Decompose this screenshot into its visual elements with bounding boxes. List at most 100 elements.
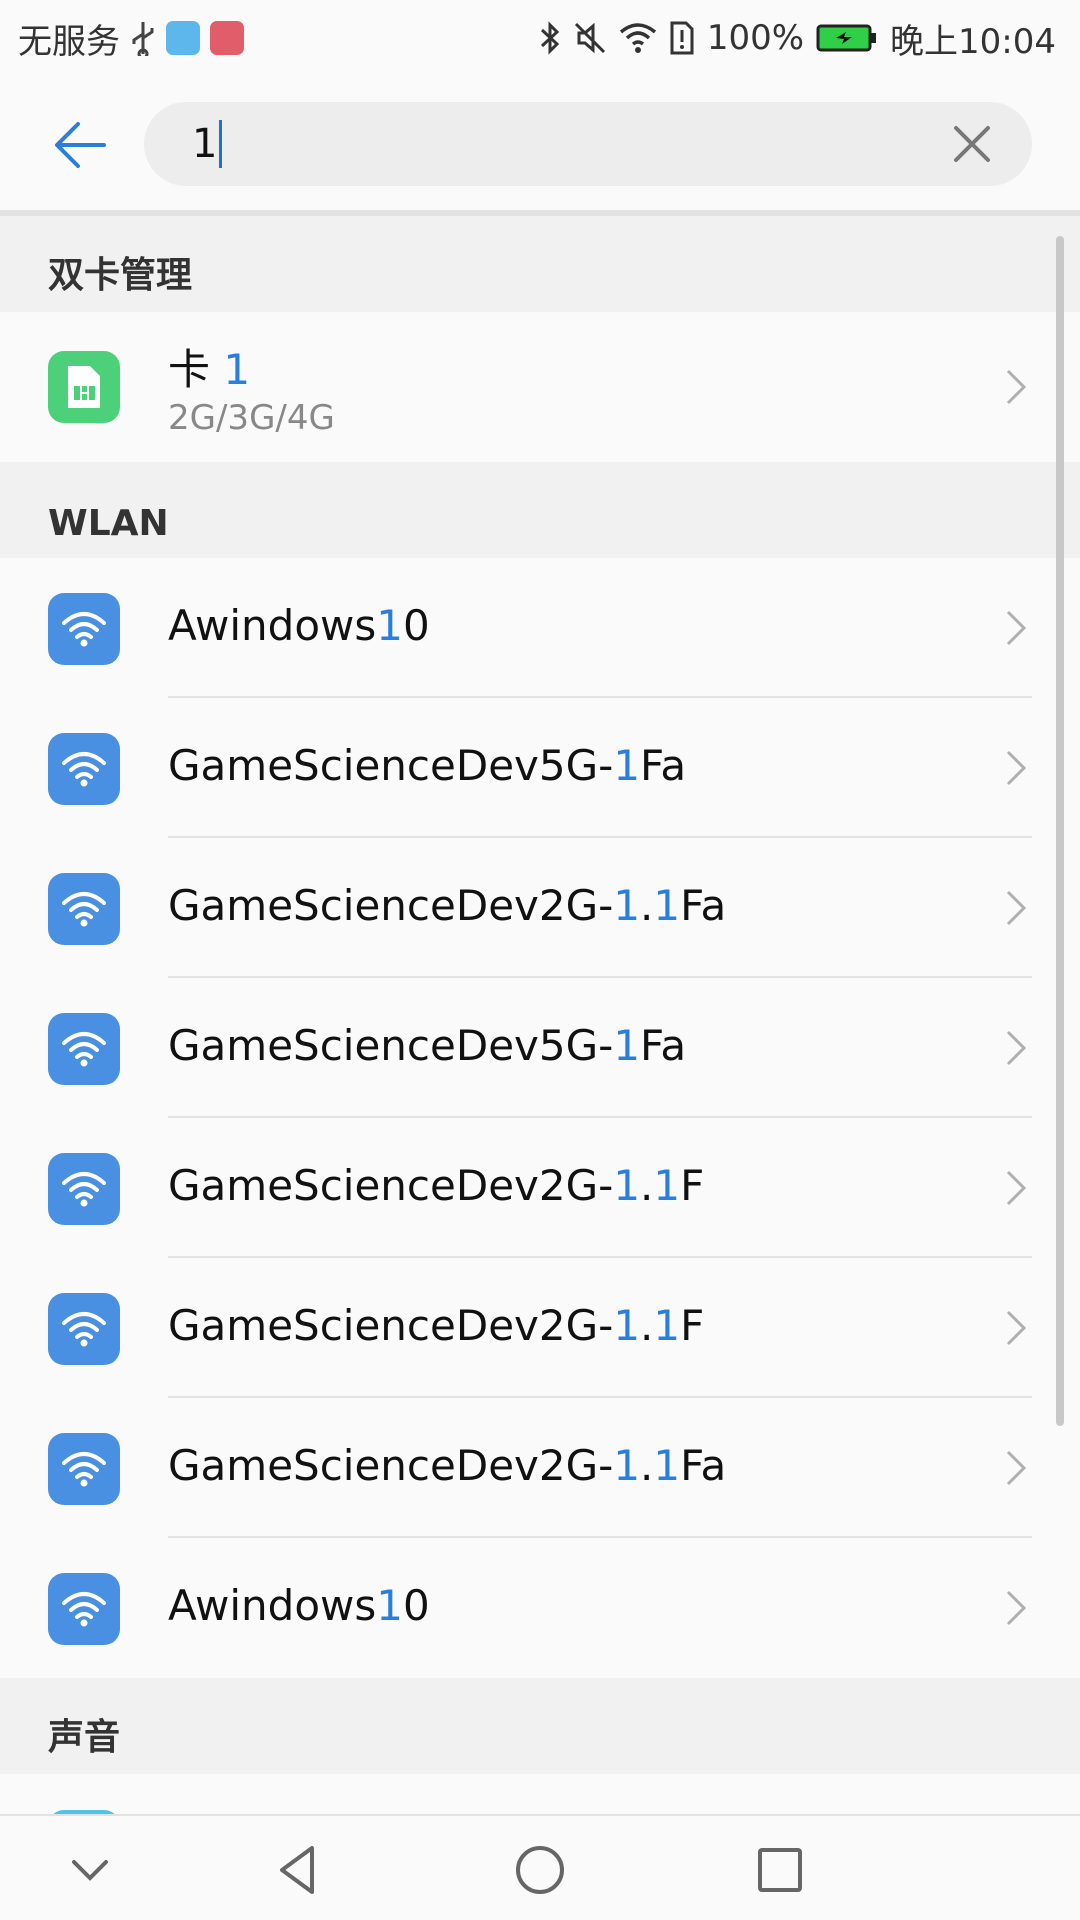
wlan-ssid: GameScienceDev2G-1.1Fa	[168, 881, 726, 930]
list-item-sim-card[interactable]: 卡 1 2G/3G/4G	[0, 312, 1080, 462]
wlan-ssid: GameScienceDev2G-1.1F	[168, 1301, 704, 1350]
app-icon-blue	[166, 21, 200, 55]
recents-square-icon[interactable]	[748, 1838, 812, 1902]
ssid-match: 1	[613, 1161, 641, 1210]
ssid-part: GameScienceDev2G-	[168, 1441, 614, 1490]
sim-card-title-prefix: 卡	[168, 345, 224, 394]
ssid-match: 1	[613, 1301, 641, 1350]
status-bar: 无服务 100% 晚上10:04	[0, 0, 1080, 76]
ssid-match: 1	[613, 1021, 641, 1070]
bluetooth-icon	[540, 21, 559, 55]
usb-icon	[132, 22, 154, 56]
ssid-part: 0	[403, 1581, 430, 1630]
sim-alert-icon	[670, 21, 694, 55]
wlan-ssid: GameScienceDev5G-1Fa	[168, 741, 686, 790]
chevron-down-icon[interactable]	[58, 1838, 122, 1902]
wifi-icon	[48, 1013, 120, 1085]
list-item-wlan[interactable]: GameScienceDev2G-1.1F	[0, 1118, 1080, 1258]
ssid-part: Fa	[640, 741, 687, 790]
ssid-part: Fa	[640, 1021, 687, 1070]
sim-card-icon	[48, 351, 120, 423]
ssid-match: 1	[613, 881, 641, 930]
search-input[interactable]: 1	[144, 102, 1032, 186]
ssid-part: .	[640, 881, 654, 930]
close-icon[interactable]	[950, 122, 994, 166]
wlan-ssid: GameScienceDev2G-1.1Fa	[168, 1441, 726, 1490]
sim-card-subtitle: 2G/3G/4G	[168, 398, 335, 438]
chevron-right-icon	[1006, 369, 1027, 405]
app-icon-red	[210, 21, 244, 55]
clock: 晚上10:04	[890, 21, 1056, 62]
chevron-right-icon	[1006, 1030, 1027, 1066]
ssid-part: F	[680, 1161, 705, 1210]
list-item-wlan[interactable]: GameScienceDev5G-1Fa	[0, 698, 1080, 838]
ssid-match: 1	[613, 1441, 641, 1490]
wlan-ssid: Awindows10	[168, 1581, 430, 1630]
mute-icon	[574, 22, 605, 54]
list-item-wlan[interactable]: Awindows10	[0, 1538, 1080, 1678]
ssid-part: .	[640, 1441, 654, 1490]
wifi-icon	[48, 1433, 120, 1505]
section-header-wlan: WLAN	[0, 462, 1080, 558]
ssid-part: Awindows	[168, 601, 377, 650]
ssid-part: 0	[403, 601, 430, 650]
section-header-sound: 声音	[0, 1678, 1080, 1774]
chevron-right-icon	[1006, 610, 1027, 646]
list-item-wlan[interactable]: GameScienceDev2G-1.1Fa	[0, 838, 1080, 978]
sim-card-title: 卡 1	[168, 336, 250, 397]
home-circle-icon[interactable]	[508, 1838, 572, 1902]
search-query: 1	[192, 121, 218, 167]
list-item-wlan[interactable]: GameScienceDev2G-1.1F	[0, 1258, 1080, 1398]
arrow-left-icon[interactable]	[48, 110, 118, 180]
ssid-part: GameScienceDev2G-	[168, 1301, 614, 1350]
ssid-part: Awindows	[168, 1581, 377, 1630]
search-results[interactable]: 双卡管理 卡 1 2G/3G/4G WLAN Awindows10 GameSci…	[0, 216, 1080, 1814]
wifi-icon	[48, 1293, 120, 1365]
ssid-match: 1	[376, 1581, 403, 1630]
ssid-part: GameScienceDev5G-	[168, 741, 614, 790]
section-header-dual-sim: 双卡管理	[0, 216, 1080, 312]
wifi-icon	[48, 1153, 120, 1225]
chevron-right-icon	[1006, 750, 1027, 786]
list-item-sound-partial[interactable]	[0, 1774, 1080, 1814]
wlan-ssid: GameScienceDev5G-1Fa	[168, 1021, 686, 1070]
ssid-match: 1	[376, 601, 403, 650]
chevron-right-icon	[1006, 890, 1027, 926]
wlan-list: Awindows10 GameScienceDev5G-1Fa GameScienc…	[0, 558, 1080, 1678]
back-triangle-icon[interactable]	[268, 1838, 332, 1902]
wifi-icon	[48, 733, 120, 805]
ssid-part: F	[680, 1301, 705, 1350]
ssid-match: 1	[653, 1161, 681, 1210]
chevron-right-icon	[1006, 1450, 1027, 1486]
wifi-icon	[48, 593, 120, 665]
ssid-match: 1	[653, 1301, 681, 1350]
chevron-right-icon	[1006, 1310, 1027, 1346]
list-item-wlan[interactable]: GameScienceDev2G-1.1Fa	[0, 1398, 1080, 1538]
list-item-wlan[interactable]: Awindows10	[0, 558, 1080, 698]
ssid-match: 1	[613, 741, 641, 790]
wifi-icon	[48, 1573, 120, 1645]
ssid-part: .	[640, 1161, 654, 1210]
list-item-wlan[interactable]: GameScienceDev5G-1Fa	[0, 978, 1080, 1118]
ssid-part: Fa	[680, 1441, 727, 1490]
wifi-icon	[619, 23, 656, 53]
text-cursor	[219, 120, 223, 168]
chevron-right-icon	[1006, 1170, 1027, 1206]
scrollbar[interactable]	[1056, 236, 1064, 1426]
search-header: 1	[0, 76, 1080, 210]
carrier-label: 无服务	[18, 21, 120, 62]
wlan-ssid: GameScienceDev2G-1.1F	[168, 1161, 704, 1210]
ssid-part: GameScienceDev2G-	[168, 1161, 614, 1210]
battery-percent: 100%	[706, 18, 805, 58]
wifi-icon	[48, 873, 120, 945]
battery-charging-icon	[816, 24, 877, 52]
chevron-right-icon	[1006, 1590, 1027, 1626]
wlan-ssid: Awindows10	[168, 601, 430, 650]
ssid-part: GameScienceDev5G-	[168, 1021, 614, 1070]
ssid-part: Fa	[680, 881, 727, 930]
ssid-match: 1	[653, 881, 681, 930]
sim-card-title-match: 1	[223, 345, 251, 394]
ssid-part: .	[640, 1301, 654, 1350]
ssid-match: 1	[653, 1441, 681, 1490]
ssid-part: GameScienceDev2G-	[168, 881, 614, 930]
